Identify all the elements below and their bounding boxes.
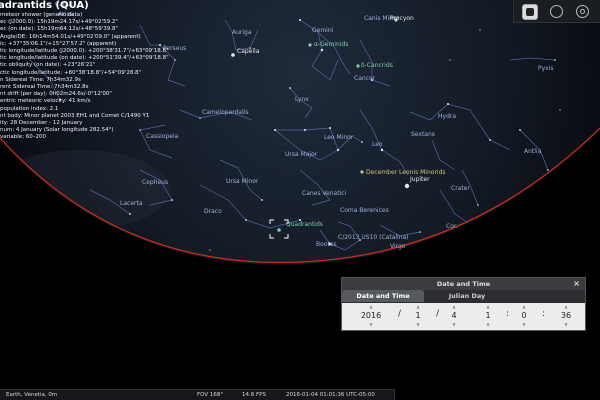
info-row: ec (J2000.0): 15h19m24.17s/+49°02'59.2"	[0, 19, 118, 26]
view-square-icon[interactable]	[522, 4, 538, 20]
target-circle-icon[interactable]	[550, 5, 563, 18]
hour-down-arrow-icon[interactable]: ▼	[480, 323, 496, 327]
month-up-arrow-icon[interactable]: ▲	[410, 305, 426, 309]
info-row: nt drift (per day): 0h02m24.6s/-0°12'00"	[0, 91, 112, 98]
info-row: Angle/DE: 16h14m54.01s/+49°02'09.0" (app…	[0, 33, 141, 40]
minute-down-arrow-icon[interactable]: ▼	[516, 323, 532, 327]
object-info-rows: meteor shower (generic data) ec (J2000.0)…	[0, 12, 200, 142]
fov-readout: FOV 168°	[197, 392, 224, 398]
label-lynx[interactable]: Lynx	[295, 97, 309, 103]
label-virgo[interactable]: Virgo	[390, 244, 405, 250]
label-auriga[interactable]: Auriga	[232, 30, 252, 36]
label-corvus[interactable]: Cor.	[446, 224, 458, 230]
second-value[interactable]: 36	[561, 311, 571, 320]
object-info-panel: adrantids (QUA) meteor shower (generic d…	[0, 0, 200, 160]
time-separator: :	[542, 309, 546, 319]
location-readout[interactable]: Earth, Venetia, 0m	[6, 390, 57, 400]
minute-spinbox[interactable]: ▲ 0 ▼	[516, 305, 532, 327]
info-row: ity: 28 December - 12 January	[0, 120, 83, 127]
label-hydra[interactable]: Hydra	[438, 114, 456, 120]
day-down-arrow-icon[interactable]: ▼	[446, 323, 462, 327]
label-leo-minor[interactable]: Leo Minor	[324, 135, 353, 141]
day-up-arrow-icon[interactable]: ▲	[446, 305, 462, 309]
second-down-arrow-icon[interactable]: ▼	[556, 323, 576, 327]
sky-view[interactable]: Aries Caput Canis Minor Procyon Auriga G…	[0, 0, 600, 400]
date-time-window: Date and Time × Date and Time Julian Day…	[341, 277, 586, 331]
label-gemini[interactable]: Gemini	[312, 28, 333, 34]
info-row: population index: 2.1	[0, 105, 59, 112]
label-leo[interactable]: Leo	[372, 142, 383, 148]
second-spinbox[interactable]: ▲ 36 ▼	[556, 305, 576, 327]
label-procyon[interactable]: Procyon	[390, 16, 414, 22]
hour-up-arrow-icon[interactable]: ▲	[480, 305, 496, 309]
label-cancer[interactable]: Cancer	[354, 76, 375, 82]
tab-date-and-time[interactable]: Date and Time	[342, 290, 424, 302]
info-row: tic obliquity (on date): +23°26'21"	[0, 62, 96, 69]
label-camelopardalis[interactable]: Camelopardalis	[202, 110, 249, 116]
info-row: meteor shower (generic data)	[0, 12, 83, 18]
label-draco[interactable]: Draco	[204, 209, 222, 215]
label-ursa-minor[interactable]: Ursa Minor	[226, 179, 258, 185]
date-separator: /	[436, 309, 440, 319]
hour-spinbox[interactable]: ▲ 1 ▼	[480, 305, 496, 327]
month-value[interactable]: 1	[415, 311, 420, 320]
tab-julian-day[interactable]: Julian Day	[434, 290, 500, 302]
info-row: n Sidereal Time: 7h34m32.9s	[0, 76, 81, 83]
status-bar: Earth, Venetia, 0m FOV 168° 14.8 FPS 201…	[0, 389, 395, 400]
info-row: num: 4 January (Solar longitude 282.54°)	[0, 127, 114, 134]
label-pyxis[interactable]: Pyxis	[538, 66, 554, 72]
info-row: ic: +37°35'06.1"/+15°27'57.2" (apparent)	[0, 40, 117, 47]
time-separator: :	[506, 309, 510, 319]
label-bootes[interactable]: Bootes	[316, 242, 337, 248]
year-value[interactable]: 2016	[361, 311, 381, 320]
date-time-window-title: Date and Time	[436, 280, 491, 288]
info-row: nt body: Minor planet 2003 EH1 and Comet…	[0, 112, 150, 119]
top-toolbar	[513, 0, 600, 23]
date-time-window-header[interactable]: Date and Time ×	[342, 278, 585, 290]
date-time-tabs: Date and Time Julian Day	[342, 290, 585, 302]
minute-value[interactable]: 0	[521, 311, 526, 320]
label-delta-cancrids[interactable]: δ-Cancrids	[361, 63, 393, 69]
day-spinbox[interactable]: ▲ 4 ▼	[446, 305, 462, 327]
label-december-leonis-minorids[interactable]: December Leonis Minorids	[366, 170, 446, 176]
day-value[interactable]: 4	[451, 311, 456, 320]
label-jupiter[interactable]: Jupiter	[410, 177, 430, 183]
fps-readout: 14.8 FPS	[242, 392, 266, 398]
label-ursa-major[interactable]: Ursa Major	[285, 152, 317, 158]
year-down-arrow-icon[interactable]: ▼	[356, 323, 386, 327]
hour-value[interactable]: 1	[485, 311, 490, 320]
year-up-arrow-icon[interactable]: ▲	[356, 305, 386, 309]
close-icon[interactable]: ×	[573, 278, 580, 290]
date-time-editor: ▲ 2016 ▼ / ▲ 1 ▼ / ▲ 4 ▼ ▲ 1 ▼ : ▲ 0 ▼:…	[342, 303, 585, 330]
label-catalina[interactable]: C/2013 US10 (Catalina)	[338, 235, 409, 241]
label-sextans[interactable]: Sextans	[411, 132, 435, 138]
info-row: ec (on date): 15h19m64.12s/+48°59'39.8"	[0, 26, 118, 33]
label-alpha-geminids[interactable]: α-Geminids	[314, 42, 348, 48]
label-antlia[interactable]: Antlia	[524, 149, 541, 155]
second-up-arrow-icon[interactable]: ▲	[556, 305, 576, 309]
datetime-readout[interactable]: 2016-01-04 01:01:36 UTC-05:00	[286, 390, 375, 400]
info-row: entric meteoric velocity: 41 km/s	[0, 98, 91, 105]
label-crater[interactable]: Crater	[451, 186, 470, 192]
info-row: rent Sidereal Time: 7h34m32.8s	[0, 84, 89, 91]
label-canes-venatici[interactable]: Canes Venatici	[302, 191, 346, 197]
label-capella[interactable]: Capella	[237, 49, 259, 55]
month-down-arrow-icon[interactable]: ▼	[410, 323, 426, 327]
year-spinbox[interactable]: ▲ 2016 ▼	[356, 305, 386, 327]
label-quadrantids[interactable]: Quadrantids	[286, 222, 323, 228]
label-coma-berenices[interactable]: Coma Berenices	[340, 208, 389, 214]
label-lacerta[interactable]: Lacerta	[120, 201, 143, 207]
info-row: tic longitude/latitude (J2000.0): +200°3…	[0, 48, 169, 55]
minute-up-arrow-icon[interactable]: ▲	[516, 305, 532, 309]
target-ring-icon[interactable]	[576, 5, 589, 18]
date-separator: /	[398, 309, 402, 319]
info-row: variable; 60–200	[0, 134, 47, 141]
month-spinbox[interactable]: ▲ 1 ▼	[410, 305, 426, 327]
info-row: ctic longitude/latitude: +80°38'18.8"/+5…	[0, 69, 142, 76]
label-cepheus[interactable]: Cepheus	[142, 180, 168, 186]
object-title: adrantids (QUA)	[0, 0, 89, 11]
info-row: tic longitude/latitude (on date): +200°5…	[0, 55, 169, 62]
